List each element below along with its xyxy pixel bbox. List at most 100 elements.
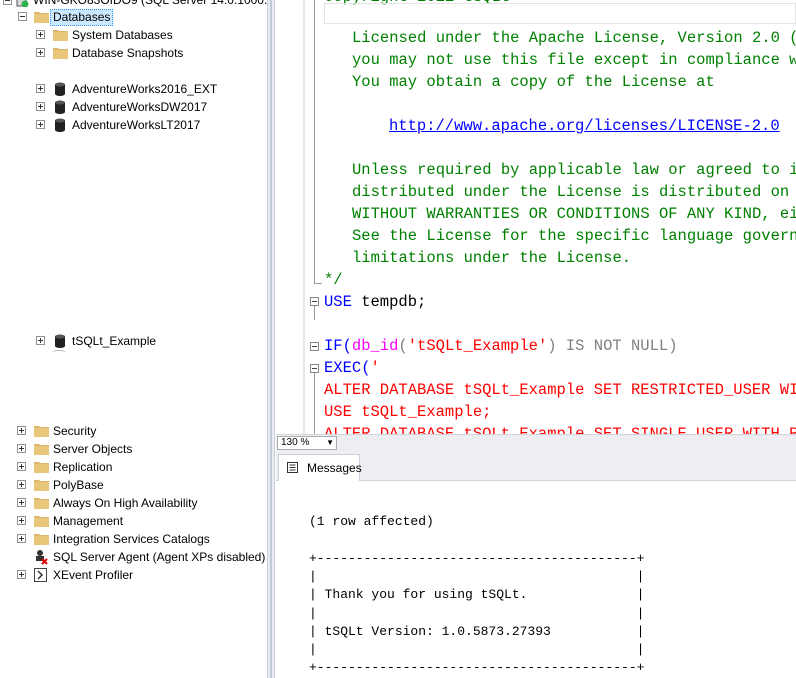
expand-toggle[interactable] — [36, 120, 45, 129]
keyword: EXEC( — [324, 359, 371, 377]
expand-toggle[interactable] — [17, 480, 26, 489]
editor-zoom-bar: 130 % ▼ — [276, 434, 796, 451]
zoom-level-value: 130 % — [281, 437, 310, 448]
expand-toggle[interactable] — [36, 48, 45, 57]
punct: ( — [398, 337, 408, 355]
code-comment-line: distributed under the License is distrib… — [352, 183, 796, 201]
message-line: | tSQLt Version: 1.0.5873.27393 | — [309, 624, 645, 639]
expand-toggle[interactable] — [36, 336, 45, 345]
tree-node-server-objects[interactable]: Server Objects — [0, 440, 267, 458]
database-icon — [55, 334, 65, 348]
database-label: AdventureWorksLT2017 — [72, 118, 201, 132]
code-comment-line: Licensed under the Apache License, Versi… — [352, 29, 796, 47]
results-pane: Messages (1 row affected) +-------------… — [276, 451, 796, 678]
folder-icon — [34, 534, 49, 545]
punct: ) — [668, 337, 678, 355]
replication-label: Replication — [53, 460, 113, 474]
tab-messages-label: Messages — [307, 461, 362, 475]
identifier: tempdb; — [351, 293, 427, 311]
integration-services-label: Integration Services Catalogs — [53, 532, 210, 546]
expand-toggle[interactable] — [17, 444, 26, 453]
code-exec-statement: EXEC(' — [324, 357, 380, 379]
code-string-line: USE tSQLt_Example; — [324, 403, 492, 421]
tree-node-sql-server-agent[interactable]: SQL Server Agent (Agent XPs disabled) — [0, 548, 267, 566]
expand-toggle[interactable] — [17, 498, 26, 507]
message-line: | | — [309, 569, 645, 584]
tree-node-databases[interactable]: Databases — [0, 8, 267, 26]
tree-node-security[interactable]: Security — [0, 422, 267, 440]
code-comment-line: Unless required by applicable law or agr… — [352, 161, 796, 179]
code-comment-line: you may not use this file except in comp… — [352, 51, 796, 69]
function: db_id — [351, 337, 399, 355]
current-line-highlight — [324, 3, 796, 24]
folder-icon — [53, 30, 68, 41]
query-editor[interactable]: Copyright 2011 tSQLt Licensed under the … — [276, 0, 796, 434]
tree-node-database[interactable]: tSQLt_Example — [0, 332, 267, 350]
expand-toggle[interactable] — [36, 102, 45, 111]
collapse-toggle[interactable] — [3, 0, 12, 5]
messages-icon — [287, 462, 298, 473]
folder-icon — [34, 444, 49, 455]
code-comment-line: You may obtain a copy of the License at — [352, 73, 715, 91]
always-on-label: Always On High Availability — [53, 496, 198, 510]
server-objects-label: Server Objects — [53, 442, 133, 456]
expand-toggle[interactable] — [17, 516, 26, 525]
xevent-profiler-icon — [34, 568, 47, 582]
collapse-toggle[interactable] — [18, 12, 27, 21]
tree-node-integration-services[interactable]: Integration Services Catalogs — [0, 530, 267, 548]
message-line: | | — [309, 606, 645, 621]
management-label: Management — [53, 514, 124, 528]
fold-toggle[interactable] — [310, 297, 319, 306]
fold-toggle[interactable] — [310, 364, 319, 373]
keyword: IS NOT NULL — [556, 337, 669, 355]
fold-toggle[interactable] — [310, 342, 319, 351]
expand-toggle[interactable] — [36, 30, 45, 39]
databases-label: Databases — [50, 9, 114, 26]
tree-node-database[interactable]: AdventureWorksDW2017 — [0, 98, 267, 116]
message-line: | Thank you for using tSQLt. | — [309, 587, 645, 602]
tree-node-always-on[interactable]: Always On High Availability — [0, 494, 267, 512]
tree-node-xevent-profiler[interactable]: XEvent Profiler — [0, 566, 267, 584]
panel-splitter[interactable] — [267, 0, 275, 678]
folder-icon — [34, 462, 49, 473]
code-comment-line: WITHOUT WARRANTIES OR CONDITIONS OF ANY … — [352, 205, 796, 223]
folder-icon — [53, 48, 68, 59]
punct: ) — [547, 337, 557, 355]
tree-node-system-databases[interactable]: System Databases — [0, 26, 267, 44]
tree-node-database[interactable]: AdventureWorks2016_EXT — [0, 80, 267, 98]
expand-toggle[interactable] — [17, 426, 26, 435]
tree-node-database-snapshots[interactable]: Database Snapshots — [0, 44, 267, 62]
string-literal: 'tSQLt_Example' — [407, 337, 548, 355]
expand-toggle[interactable] — [17, 534, 26, 543]
zoom-level-select[interactable]: 130 % ▼ — [277, 436, 337, 450]
tab-messages[interactable]: Messages — [278, 454, 362, 481]
code-string-line: ALTER DATABASE tSQLt_Example SET RESTRIC… — [324, 381, 796, 399]
folder-icon — [34, 12, 49, 23]
expand-toggle[interactable] — [17, 462, 26, 471]
results-tab-bar: Messages — [276, 451, 796, 481]
chevron-down-icon: ▼ — [326, 438, 334, 447]
server-icon — [16, 0, 29, 7]
code-comment-line: See the License for the specific languag… — [352, 227, 796, 245]
code-string-line: ALTER DATABASE tSQLt_Example SET SINGLE_… — [324, 425, 796, 434]
object-explorer: WIN-GKO83OIDO9 (SQL Server 14.0.1000.169… — [0, 0, 267, 678]
expand-toggle[interactable] — [36, 84, 45, 93]
outline-guide — [314, 0, 315, 284]
folder-icon — [34, 426, 49, 437]
license-url-link[interactable]: http://www.apache.org/licenses/LICENSE-2… — [389, 115, 780, 137]
message-line: (1 row affected) — [309, 514, 434, 529]
expand-toggle[interactable] — [17, 570, 26, 579]
tree-node-replication[interactable]: Replication — [0, 458, 267, 476]
tree-node-polybase[interactable]: PolyBase — [0, 476, 267, 494]
tree-node-management[interactable]: Management — [0, 512, 267, 530]
editor-margin — [276, 0, 306, 434]
database-icon — [55, 82, 65, 96]
database-icon — [55, 118, 65, 132]
folder-icon — [34, 498, 49, 509]
polybase-label: PolyBase — [53, 478, 104, 492]
system-databases-label: System Databases — [72, 28, 173, 42]
scroll-artifact — [52, 350, 66, 355]
tree-node-database[interactable]: AdventureWorksLT2017 — [0, 116, 267, 134]
xevent-profiler-label: XEvent Profiler — [53, 568, 134, 582]
database-label: AdventureWorksDW2017 — [72, 100, 208, 114]
